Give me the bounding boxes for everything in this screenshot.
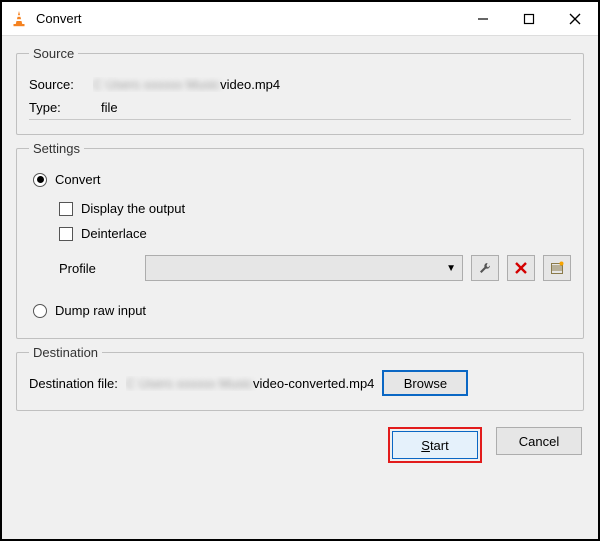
- wrench-icon: [478, 261, 492, 275]
- chevron-down-icon: ▼: [446, 263, 456, 274]
- browse-button-label: Browse: [404, 376, 447, 391]
- minimize-button[interactable]: [460, 3, 506, 35]
- delete-profile-button[interactable]: [507, 255, 535, 281]
- source-legend: Source: [29, 46, 78, 61]
- checkbox-icon: [59, 227, 73, 241]
- settings-group: Settings Convert Display the output Dein…: [16, 141, 584, 339]
- x-icon: [514, 261, 528, 275]
- start-button[interactable]: Start: [392, 431, 478, 459]
- destination-label: Destination file:: [29, 376, 118, 391]
- maximize-icon: [523, 13, 535, 25]
- dump-raw-label: Dump raw input: [55, 303, 146, 318]
- source-input[interactable]: C Users xxxxxx Music video.mp4: [93, 77, 280, 92]
- type-value: file: [101, 100, 118, 115]
- new-profile-icon: [550, 261, 564, 275]
- window-controls: [460, 3, 598, 35]
- radio-icon: [33, 173, 47, 187]
- display-output-label: Display the output: [81, 201, 185, 216]
- checkbox-icon: [59, 202, 73, 216]
- dump-raw-radio[interactable]: Dump raw input: [33, 303, 571, 318]
- start-button-label: Start: [421, 438, 448, 453]
- edit-profile-button[interactable]: [471, 255, 499, 281]
- cancel-button[interactable]: Cancel: [496, 427, 582, 455]
- type-label: Type:: [29, 100, 85, 115]
- convert-dialog: Convert Source Source: C Users xxxxxx Mu…: [0, 0, 600, 541]
- deinterlace-checkbox[interactable]: Deinterlace: [59, 226, 571, 241]
- radio-icon: [33, 304, 47, 318]
- destination-group: Destination Destination file: C Users xx…: [16, 345, 584, 411]
- maximize-button[interactable]: [506, 3, 552, 35]
- start-button-highlight: Start: [388, 427, 482, 463]
- titlebar: Convert: [2, 2, 598, 36]
- dialog-buttons: Start Cancel: [16, 427, 584, 463]
- settings-legend: Settings: [29, 141, 84, 156]
- client-area: Source Source: C Users xxxxxx Music vide…: [2, 36, 598, 539]
- display-output-checkbox[interactable]: Display the output: [59, 201, 571, 216]
- minimize-icon: [477, 13, 489, 25]
- convert-radio[interactable]: Convert: [33, 172, 571, 187]
- source-label: Source:: [29, 77, 85, 92]
- destination-legend: Destination: [29, 345, 102, 360]
- new-profile-button[interactable]: [543, 255, 571, 281]
- destination-input[interactable]: C Users xxxxxx Music video-converted.mp4: [126, 376, 375, 391]
- profile-label: Profile: [59, 261, 137, 276]
- cancel-button-label: Cancel: [519, 434, 559, 449]
- close-icon: [569, 13, 581, 25]
- window-title: Convert: [36, 11, 460, 26]
- profile-dropdown[interactable]: ▼: [145, 255, 463, 281]
- close-button[interactable]: [552, 3, 598, 35]
- deinterlace-label: Deinterlace: [81, 226, 147, 241]
- vlc-cone-icon: [10, 10, 28, 28]
- convert-radio-label: Convert: [55, 172, 101, 187]
- browse-button[interactable]: Browse: [382, 370, 468, 396]
- source-group: Source Source: C Users xxxxxx Music vide…: [16, 46, 584, 135]
